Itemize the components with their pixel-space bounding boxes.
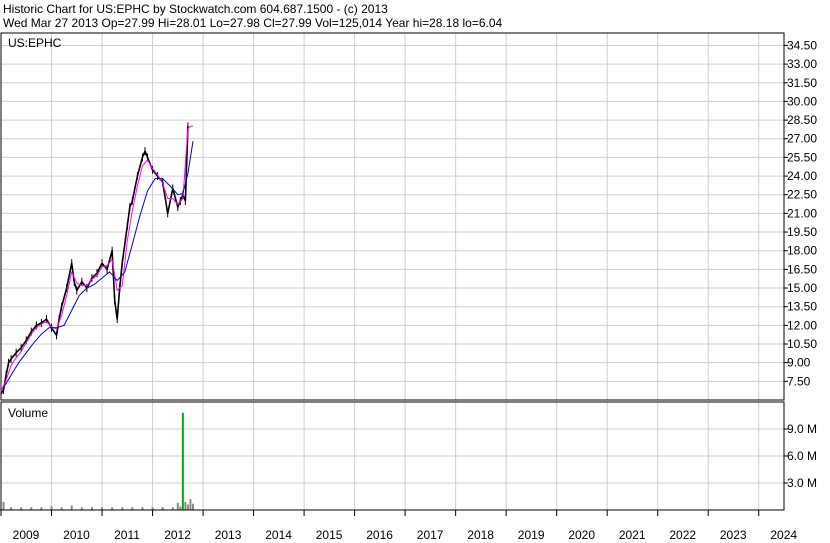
chart-header-line2: Wed Mar 27 2013 Op=27.99 Hi=28.01 Lo=27.… (3, 16, 503, 30)
volume-bar (181, 412, 184, 510)
volume-bar (186, 504, 189, 510)
x-tick-label: 2011 (114, 528, 140, 542)
y-tick-label: 19.50 (787, 225, 817, 239)
x-tick-label: 2019 (518, 528, 545, 542)
y-tick-label: 34.50 (787, 38, 817, 52)
volume-bar (176, 502, 179, 510)
x-tick-label: 2024 (770, 528, 797, 542)
volume-bar (2, 501, 5, 510)
volume-panel-title: Volume (8, 406, 48, 420)
x-axis: 2009 2010 2011 2012 2013 2014 2015 2016 2017 2018… (0, 509, 797, 542)
y-tick-label: 9.00 (787, 356, 811, 370)
volume-bar (70, 505, 73, 510)
volume-bar (184, 501, 187, 510)
x-tick-label: 2014 (265, 528, 292, 542)
price-series-line-2 (3, 141, 194, 388)
volume-y-axis: 3.0 M 6.0 M 9.0 M (784, 422, 817, 490)
y-tick-label: 21.00 (787, 206, 817, 220)
x-tick-label: 2010 (63, 528, 90, 542)
y-tick-label: 22.50 (787, 188, 817, 202)
y-tick-label: 28.50 (787, 113, 817, 127)
y-tick-label: 13.50 (787, 300, 817, 314)
y-tick-label: 9.0 M (787, 422, 817, 436)
x-tick-label: 2020 (568, 528, 595, 542)
y-tick-label: 3.0 M (787, 476, 817, 490)
chart-header-line1: Historic Chart for US:EPHC by Stockwatch… (3, 2, 388, 16)
x-tick-label: 2018 (467, 528, 494, 542)
price-series-group (0, 122, 194, 398)
price-series-line-0 (0, 126, 189, 395)
volume-bar (189, 499, 192, 510)
x-tick-label: 2022 (669, 528, 696, 542)
volume-bar (50, 506, 53, 510)
y-tick-label: 30.00 (787, 94, 817, 108)
y-tick-label: 24.00 (787, 169, 817, 183)
price-series-line-1 (0, 125, 193, 392)
x-tick-label: 2016 (366, 528, 393, 542)
y-tick-label: 16.50 (787, 262, 817, 276)
y-tick-label: 27.00 (787, 132, 817, 146)
stock-chart: Historic Chart for US:EPHC by Stockwatch… (0, 2, 817, 542)
price-grid (0, 33, 784, 400)
y-tick-label: 12.00 (787, 318, 817, 332)
x-tick-label: 2015 (316, 528, 343, 542)
y-tick-label: 18.00 (787, 244, 817, 258)
y-tick-label: 33.00 (787, 57, 817, 71)
price-y-axis: 7.50 9.00 10.50 12.00 13.50 15.00 16.50 18.00 19… (784, 38, 817, 388)
volume-bar (191, 503, 194, 510)
x-tick-label: 2013 (215, 528, 242, 542)
x-tick-label: 2012 (164, 528, 191, 542)
x-tick-label: 2023 (720, 528, 747, 542)
y-tick-label: 10.50 (787, 337, 817, 351)
y-tick-label: 31.50 (787, 76, 817, 90)
volume-grid (0, 402, 784, 510)
y-tick-label: 6.0 M (787, 449, 817, 463)
y-tick-label: 7.50 (787, 374, 811, 388)
y-tick-label: 25.50 (787, 150, 817, 164)
x-tick-label: 2017 (417, 528, 444, 542)
y-tick-label: 15.00 (787, 281, 817, 295)
x-tick-label: 2009 (13, 528, 40, 542)
volume-bars (2, 412, 194, 510)
price-panel-frame (0, 32, 785, 401)
price-panel-title: US:EPHC (8, 36, 62, 50)
volume-bar (179, 506, 182, 510)
x-tick-label: 2021 (619, 528, 646, 542)
